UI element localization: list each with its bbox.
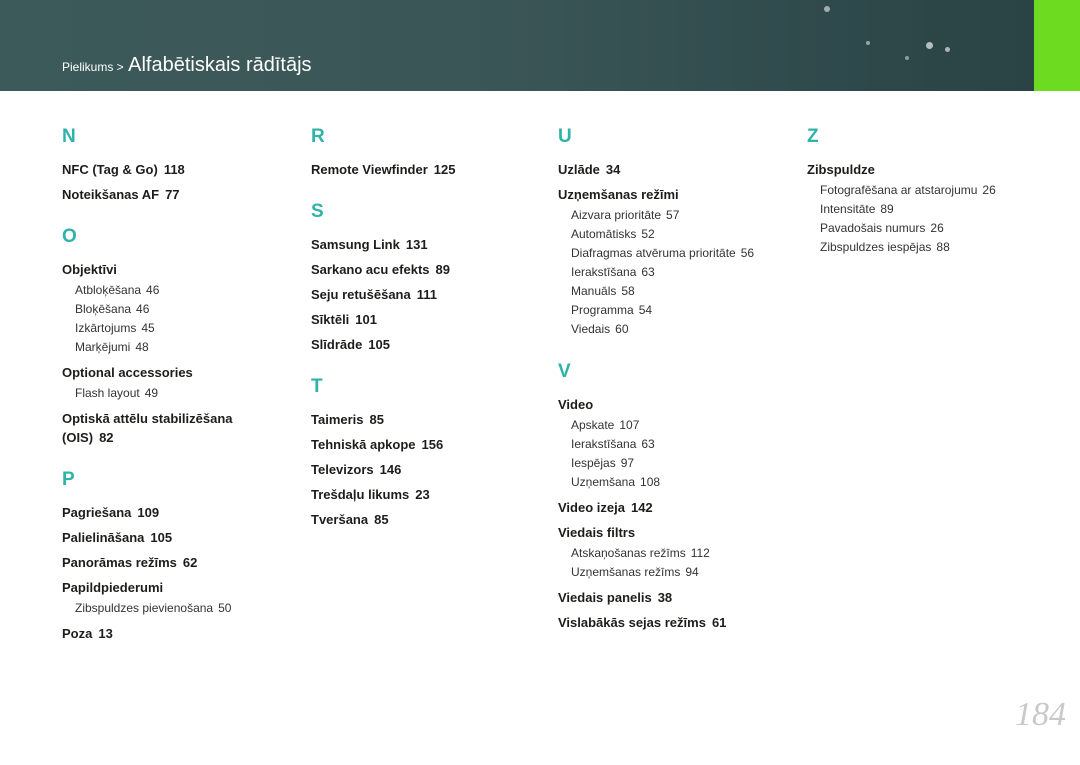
index-sub-entry[interactable]: Zibspuldzes iespējas 88 bbox=[820, 238, 1037, 257]
index-entry[interactable]: Tveršana 85 bbox=[311, 510, 541, 529]
index-entry[interactable]: Panorāmas režīms 62 bbox=[62, 553, 292, 572]
sub-entry-list: Flash layout 49 bbox=[75, 384, 292, 403]
index-sub-entry[interactable]: Diafragmas atvēruma prioritāte 56 bbox=[571, 244, 788, 263]
index-sub-entry[interactable]: Atskaņošanas režīms 112 bbox=[571, 544, 788, 563]
page-title: Alfabētiskais rādītājs bbox=[128, 54, 312, 76]
page-number: 184 bbox=[1015, 696, 1066, 733]
section-letter-n: N bbox=[62, 126, 76, 147]
sub-entry-list: Fotografēšana ar atstarojumu 26 Intensitā… bbox=[820, 181, 1037, 257]
page-header: Pielikums > Alfabētiskais rādītājs bbox=[0, 0, 1034, 91]
index-sub-entry[interactable]: Ierakstīšana 63 bbox=[571, 435, 788, 454]
glow-dot bbox=[824, 6, 830, 12]
index-column-1: N NFC (Tag & Go) 118 Noteikšanas AF 77 O O… bbox=[62, 124, 292, 649]
index-entry: Objektīvi bbox=[62, 262, 117, 277]
index-sub-entry[interactable]: Apskate 107 bbox=[571, 416, 788, 435]
breadcrumb-parent[interactable]: Pielikums > bbox=[62, 60, 124, 74]
index-sub-entry[interactable]: Atbloķēšana 46 bbox=[75, 281, 292, 300]
index-sub-entry[interactable]: Ierakstīšana 63 bbox=[571, 263, 788, 282]
section-letter-u: U bbox=[558, 126, 572, 147]
section-tab bbox=[1034, 0, 1080, 91]
index-entry[interactable]: Video izeja 142 bbox=[558, 498, 788, 517]
index-entry[interactable]: Taimeris 85 bbox=[311, 410, 541, 429]
index-column-3: U Uzlāde 34 Uzņemšanas režīmi Aizvara pri… bbox=[558, 124, 788, 638]
index-entry: Video bbox=[558, 397, 594, 412]
sub-entry-list: Apskate 107 Ierakstīšana 63 Iespējas 97 Uzņ… bbox=[571, 416, 788, 492]
sub-entry-list: Aizvara prioritāte 57 Automātisks 52 Diafr… bbox=[571, 206, 788, 339]
section-letter-s: S bbox=[311, 201, 324, 222]
section-letter-t: T bbox=[311, 376, 323, 397]
index-sub-entry[interactable]: Intensitāte 89 bbox=[820, 200, 1037, 219]
sub-entry-list: Atbloķēšana 46 Bloķēšana 46 Izkārtojums 45 … bbox=[75, 281, 292, 357]
index-entry[interactable]: Sīktēli 101 bbox=[311, 310, 541, 329]
index-sub-entry[interactable]: Uzņemšanas režīms 94 bbox=[571, 563, 788, 582]
index-sub-entry[interactable]: Viedais 60 bbox=[571, 320, 788, 339]
sub-entry-list: Zibspuldzes pievienošana 50 bbox=[75, 599, 292, 618]
section-letter-o: O bbox=[62, 226, 77, 247]
section-letter-p: P bbox=[62, 469, 75, 490]
index-sub-entry[interactable]: Marķējumi 48 bbox=[75, 338, 292, 357]
index-entry[interactable]: NFC (Tag & Go) 118 bbox=[62, 160, 292, 179]
index-sub-entry[interactable]: Automātisks 52 bbox=[571, 225, 788, 244]
index-sub-entry[interactable]: Zibspuldzes pievienošana 50 bbox=[75, 599, 292, 618]
index-entry[interactable]: Remote Viewfinder 125 bbox=[311, 160, 541, 179]
index-column-4: Z Zibspuldze Fotografēšana ar atstarojum… bbox=[807, 124, 1037, 263]
index-entry: Optional accessories bbox=[62, 365, 193, 380]
index-entry[interactable]: Vislabākās sejas režīms 61 bbox=[558, 613, 788, 632]
sub-entry-list: Atskaņošanas režīms 112 Uzņemšanas režīms… bbox=[571, 544, 788, 582]
index-entry[interactable]: Slīdrāde 105 bbox=[311, 335, 541, 354]
glow-dot bbox=[866, 41, 870, 45]
index-sub-entry[interactable]: Pavadošais numurs 26 bbox=[820, 219, 1037, 238]
index-sub-entry[interactable]: Iespējas 97 bbox=[571, 454, 788, 473]
index-entry[interactable]: Viedais panelis 38 bbox=[558, 588, 788, 607]
index-entry[interactable]: Samsung Link 131 bbox=[311, 235, 541, 254]
index-column-2: R Remote Viewfinder 125 S Samsung Link 131… bbox=[311, 124, 541, 535]
index-sub-entry[interactable]: Manuāls 58 bbox=[571, 282, 788, 301]
glow-dot bbox=[905, 56, 909, 60]
index-sub-entry[interactable]: Flash layout 49 bbox=[75, 384, 292, 403]
index-entry[interactable]: Uzlāde 34 bbox=[558, 160, 788, 179]
index-entry[interactable]: Poza 13 bbox=[62, 624, 292, 643]
index-entry: Papildpiederumi bbox=[62, 580, 164, 595]
index-entry[interactable]: Noteikšanas AF 77 bbox=[62, 185, 292, 204]
glow-dot bbox=[926, 42, 933, 49]
breadcrumb: Pielikums > Alfabētiskais rādītājs bbox=[62, 54, 312, 77]
index-entry[interactable]: Seju retušēšana 111 bbox=[311, 285, 541, 304]
index-entry: Viedais filtrs bbox=[558, 525, 636, 540]
index-sub-entry[interactable]: Aizvara prioritāte 57 bbox=[571, 206, 788, 225]
index-entry[interactable]: Sarkano acu efekts 89 bbox=[311, 260, 541, 279]
index-sub-entry[interactable]: Fotografēšana ar atstarojumu 26 bbox=[820, 181, 1037, 200]
index-entry[interactable]: Optiskā attēlu stabilizēšana (OIS) 82 bbox=[62, 409, 247, 447]
section-letter-v: V bbox=[558, 361, 571, 382]
index-entry[interactable]: Trešdaļu likums 23 bbox=[311, 485, 541, 504]
index-sub-entry[interactable]: Izkārtojums 45 bbox=[75, 319, 292, 338]
index-entry[interactable]: Palielināšana 105 bbox=[62, 528, 292, 547]
index-entry[interactable]: Tehniskā apkope 156 bbox=[311, 435, 541, 454]
glow-dot bbox=[945, 47, 950, 52]
index-entry: Zibspuldze bbox=[807, 162, 875, 177]
index-entry: Uzņemšanas režīmi bbox=[558, 187, 679, 202]
index-entry[interactable]: Televizors 146 bbox=[311, 460, 541, 479]
index-sub-entry[interactable]: Uzņemšana 108 bbox=[571, 473, 788, 492]
section-letter-r: R bbox=[311, 126, 325, 147]
index-entry[interactable]: Pagriešana 109 bbox=[62, 503, 292, 522]
section-letter-z: Z bbox=[807, 126, 819, 147]
index-sub-entry[interactable]: Bloķēšana 46 bbox=[75, 300, 292, 319]
index-sub-entry[interactable]: Programma 54 bbox=[571, 301, 788, 320]
